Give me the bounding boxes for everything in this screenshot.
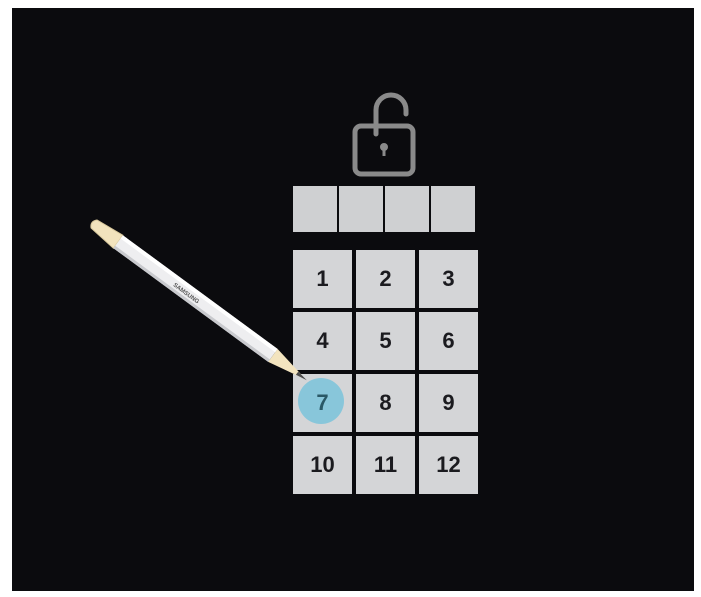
- key-label: 6: [442, 328, 455, 353]
- key-8[interactable]: 8: [356, 374, 415, 432]
- pin-slot: [385, 186, 429, 232]
- pin-display: [293, 186, 475, 232]
- key-1[interactable]: 1: [293, 250, 352, 308]
- key-label: 2: [379, 266, 392, 291]
- pin-slot: [431, 186, 475, 232]
- key-label: 10: [310, 452, 335, 477]
- key-3[interactable]: 3: [419, 250, 478, 308]
- key-label: 1: [316, 266, 329, 291]
- key-12[interactable]: 12: [419, 436, 478, 494]
- key-label: 4: [316, 328, 329, 353]
- key-5[interactable]: 5: [356, 312, 415, 370]
- stylus-brand: SAMSUNG: [172, 282, 201, 305]
- key-label: 3: [442, 266, 455, 291]
- key-label: 12: [436, 452, 461, 477]
- key-4[interactable]: 4: [293, 312, 352, 370]
- key-6[interactable]: 6: [419, 312, 478, 370]
- keypad: 1 2 3 4 5 6 7 8 9 10 11 12: [293, 250, 478, 494]
- key-2[interactable]: 2: [356, 250, 415, 308]
- unlocked-padlock-icon: [352, 88, 418, 183]
- key-label: 5: [379, 328, 392, 353]
- key-7[interactable]: 7: [293, 374, 352, 432]
- key-label: 11: [373, 452, 398, 477]
- key-label: 9: [442, 390, 455, 415]
- key-11[interactable]: 11: [356, 436, 415, 494]
- key-label: 7: [316, 390, 329, 415]
- lock-screen: 1 2 3 4 5 6 7 8 9 10 11 12 SAMSUNG: [12, 8, 694, 591]
- key-label: 8: [379, 390, 392, 415]
- pin-slot: [293, 186, 337, 232]
- key-10[interactable]: 10: [293, 436, 352, 494]
- pin-slot: [339, 186, 383, 232]
- key-9[interactable]: 9: [419, 374, 478, 432]
